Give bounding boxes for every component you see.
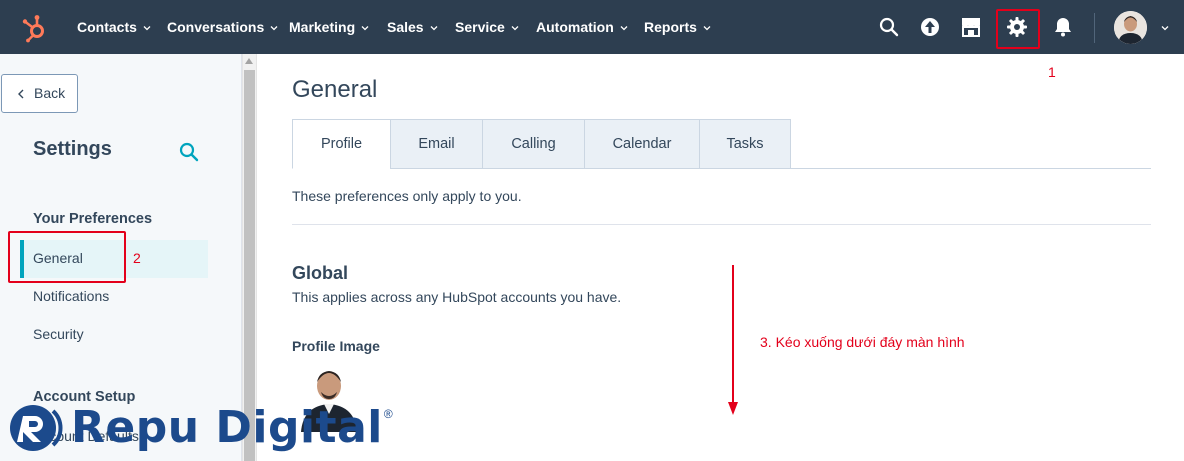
nav-conversations[interactable]: Conversations xyxy=(167,0,279,54)
nav-contacts[interactable]: Contacts xyxy=(77,0,152,54)
chevron-down-icon xyxy=(361,26,369,31)
nav-divider xyxy=(1094,13,1095,43)
watermark-registered-mark: ® xyxy=(383,407,393,421)
global-section-description: This applies across any HubSpot accounts… xyxy=(292,289,622,305)
settings-search-icon[interactable] xyxy=(178,141,200,163)
chevron-down-icon xyxy=(430,26,438,31)
preferences-tabs: Profile Email Calling Calendar Tasks xyxy=(292,119,791,169)
chevron-down-icon xyxy=(143,26,151,31)
user-avatar[interactable] xyxy=(1114,11,1147,44)
nav-sales-label: Sales xyxy=(387,19,424,35)
repu-digital-logo-icon xyxy=(10,405,63,451)
annotation-step-1: 1 xyxy=(1048,64,1056,80)
tab-profile[interactable]: Profile xyxy=(292,119,391,169)
nav-reports-label: Reports xyxy=(644,19,697,35)
annotation-highlight-general xyxy=(8,231,126,283)
nav-contacts-label: Contacts xyxy=(77,19,137,35)
global-section-title: Global xyxy=(292,263,349,283)
sidebar-item-security[interactable]: Security xyxy=(33,326,84,342)
nav-sales[interactable]: Sales xyxy=(387,0,439,54)
tab-calling[interactable]: Calling xyxy=(482,119,585,169)
tab-email[interactable]: Email xyxy=(390,119,483,169)
upgrade-icon[interactable] xyxy=(918,15,942,39)
annotation-highlight-settings xyxy=(996,9,1040,49)
annotation-step-3: 3. Kéo xuống dưới đáy màn hình xyxy=(760,334,965,350)
nav-service[interactable]: Service xyxy=(455,0,520,54)
chevron-down-icon xyxy=(620,26,628,31)
back-button[interactable]: Back xyxy=(1,74,78,113)
profile-image-label: Profile Image xyxy=(292,338,380,354)
marketplace-icon[interactable] xyxy=(959,15,983,39)
notifications-bell-icon[interactable] xyxy=(1051,15,1075,39)
nav-automation-label: Automation xyxy=(536,19,614,35)
nav-marketing[interactable]: Marketing xyxy=(289,0,370,54)
section-heading-your-preferences: Your Preferences xyxy=(33,211,153,227)
hubspot-logo-icon[interactable] xyxy=(20,13,50,43)
watermark-text: Repu Digital xyxy=(71,402,383,453)
nav-conversations-label: Conversations xyxy=(167,19,265,35)
nav-reports[interactable]: Reports xyxy=(644,0,712,54)
chevron-left-icon xyxy=(18,89,24,99)
chevron-down-icon xyxy=(270,26,278,31)
scroll-up-arrow-icon[interactable] xyxy=(245,58,253,64)
tab-tasks[interactable]: Tasks xyxy=(699,119,791,169)
page-title: General xyxy=(292,76,378,103)
nav-automation[interactable]: Automation xyxy=(536,0,629,54)
chevron-down-icon[interactable] xyxy=(1160,23,1170,33)
scroll-down-arrow-icon xyxy=(728,265,738,415)
tab-calendar[interactable]: Calendar xyxy=(584,119,700,169)
user-avatar-photo xyxy=(1114,11,1147,44)
back-button-label: Back xyxy=(34,85,66,101)
chevron-down-icon xyxy=(511,26,519,31)
nav-marketing-label: Marketing xyxy=(289,19,356,35)
repu-digital-watermark: Repu Digital ® xyxy=(9,403,393,453)
annotation-step-2: 2 xyxy=(133,250,141,266)
chevron-down-icon xyxy=(703,26,711,31)
settings-title: Settings xyxy=(33,138,112,160)
nav-service-label: Service xyxy=(455,19,505,35)
sidebar-item-notifications[interactable]: Notifications xyxy=(33,288,109,304)
tabs-baseline xyxy=(790,168,1151,169)
section-divider xyxy=(292,224,1151,225)
preferences-note: These preferences only apply to you. xyxy=(292,188,522,204)
search-icon[interactable] xyxy=(877,15,901,39)
